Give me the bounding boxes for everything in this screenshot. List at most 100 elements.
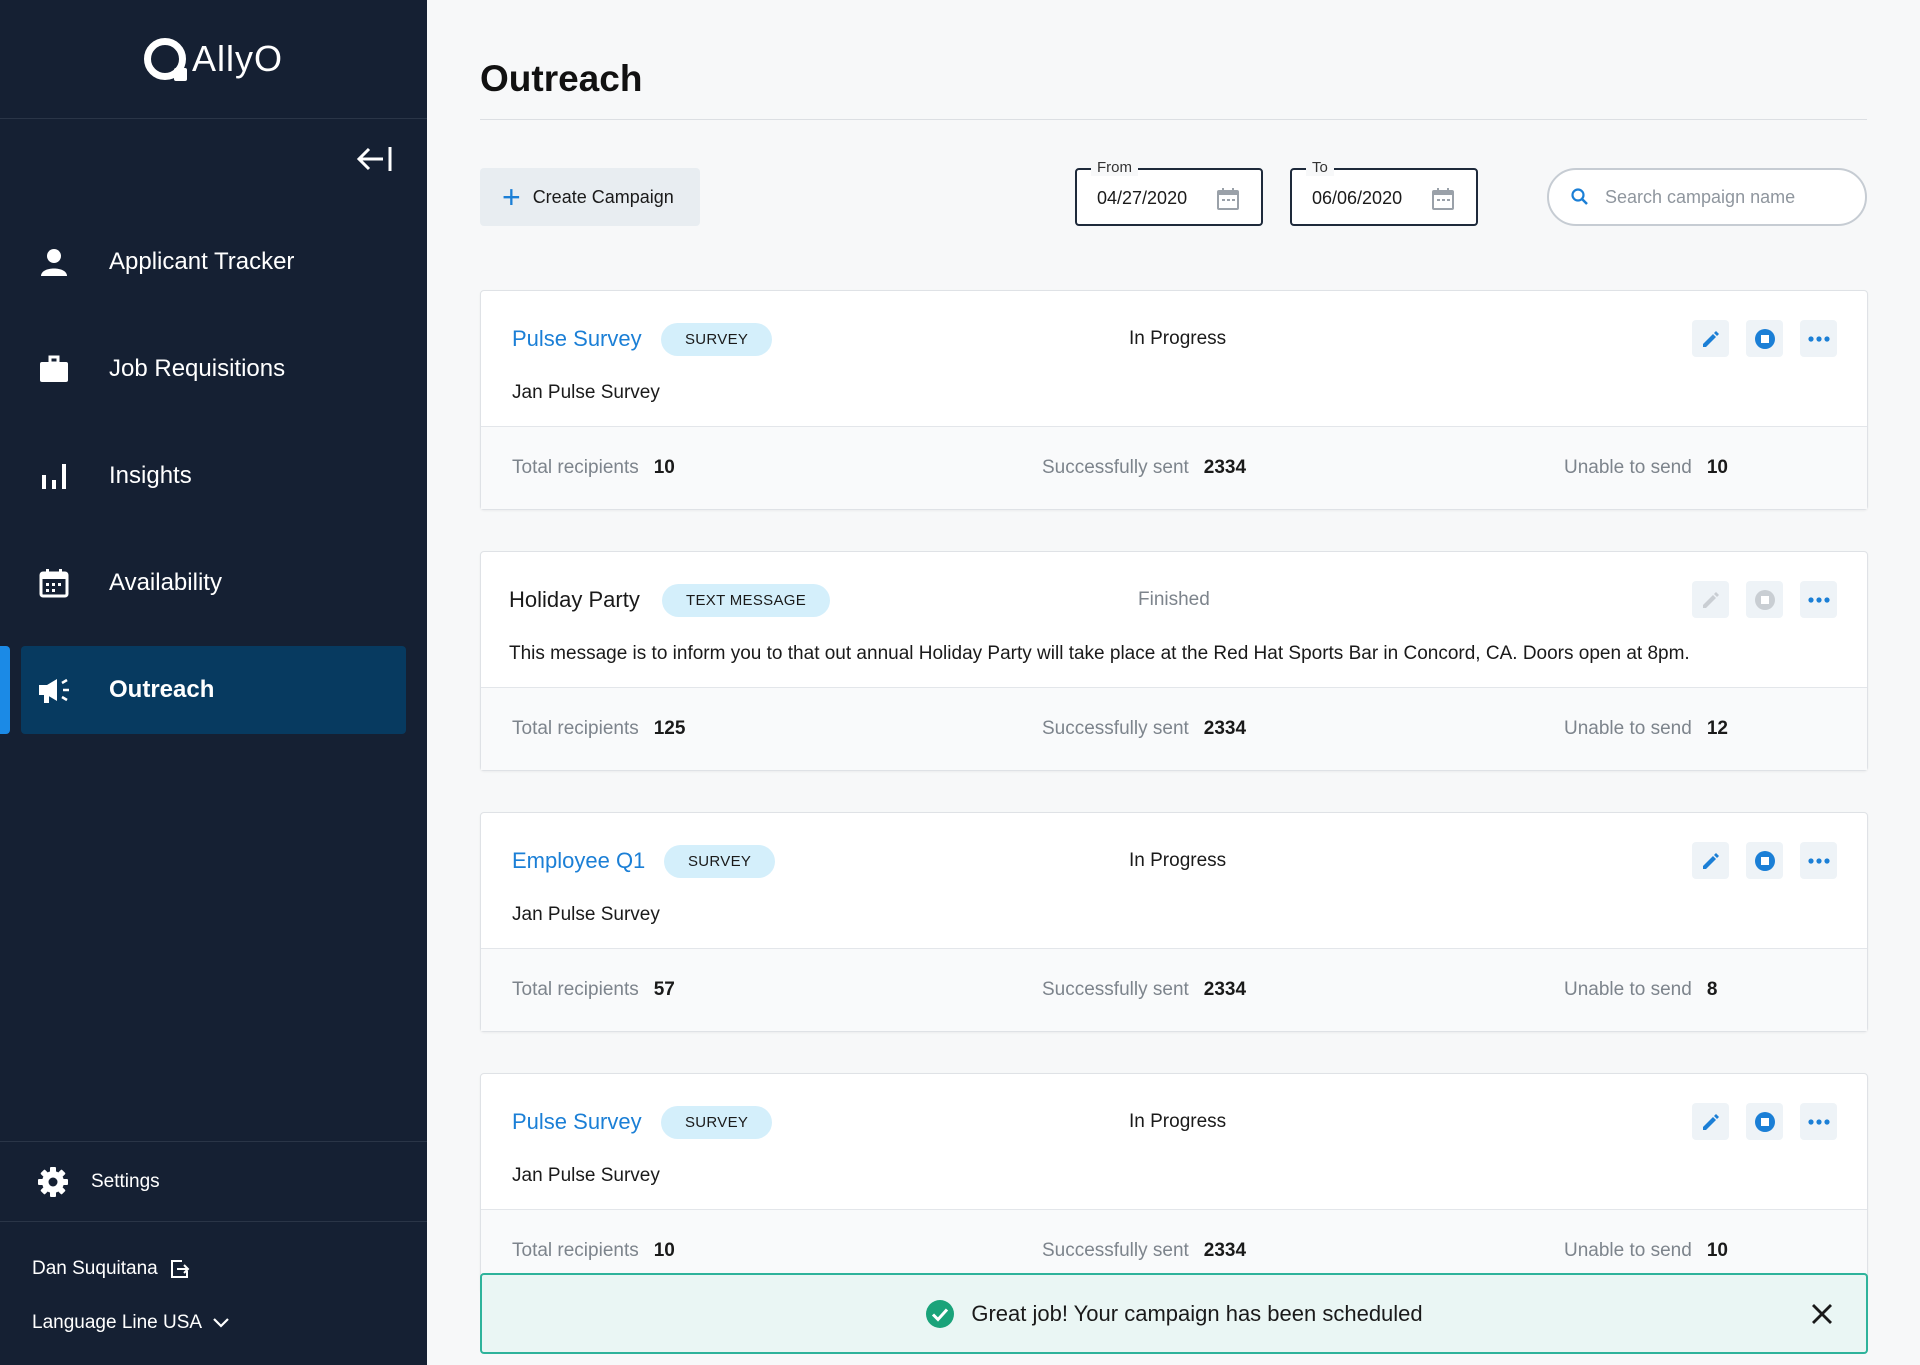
campaign-name-link[interactable]: Employee Q1 bbox=[512, 848, 645, 874]
more-horizontal-icon bbox=[1807, 596, 1830, 603]
unable-to-send-value: 8 bbox=[1706, 979, 1718, 1000]
org-name: Language Line USA bbox=[32, 1312, 203, 1333]
megaphone-icon bbox=[37, 673, 71, 707]
pencil-icon bbox=[1702, 1113, 1719, 1130]
campaign-description: Jan Pulse Survey bbox=[512, 904, 660, 925]
more-horizontal-icon bbox=[1807, 1118, 1830, 1125]
sidebar-item-outreach[interactable]: Outreach bbox=[0, 646, 406, 734]
more-options-button[interactable] bbox=[1800, 842, 1837, 879]
successfully-sent-label: Successfully sent bbox=[1042, 1240, 1189, 1261]
stop-button-disabled bbox=[1746, 581, 1783, 618]
unable-to-send-label: Unable to send bbox=[1564, 457, 1692, 478]
more-options-button[interactable] bbox=[1800, 320, 1837, 357]
sidebar-item-label: Insights bbox=[109, 462, 192, 489]
page-title: Outreach bbox=[480, 58, 643, 99]
unable-to-send-label: Unable to send bbox=[1564, 1240, 1692, 1261]
total-recipients-label: Total recipients bbox=[512, 718, 639, 739]
sidebar-item-applicant-tracker[interactable]: Applicant Tracker bbox=[21, 218, 406, 306]
sidebar-item-availability[interactable]: Availability bbox=[21, 539, 406, 627]
search-input[interactable] bbox=[1605, 186, 1845, 208]
stop-button[interactable] bbox=[1746, 842, 1783, 879]
more-horizontal-icon bbox=[1807, 857, 1830, 864]
edit-button[interactable] bbox=[1692, 320, 1729, 357]
edit-button[interactable] bbox=[1692, 842, 1729, 879]
unable-to-send-value: 10 bbox=[1706, 457, 1728, 478]
total-recipients-value: 125 bbox=[653, 718, 686, 739]
more-options-button[interactable] bbox=[1800, 581, 1837, 618]
edit-button[interactable] bbox=[1692, 1103, 1729, 1140]
sidebar-nav: Applicant Tracker Job Requisitions Insig… bbox=[0, 218, 427, 753]
campaign-name-link[interactable]: Pulse Survey bbox=[512, 326, 642, 352]
sidebar-item-label: Applicant Tracker bbox=[109, 248, 295, 275]
sidebar-item-insights[interactable]: Insights bbox=[21, 432, 406, 520]
settings-link[interactable]: Settings bbox=[0, 1141, 427, 1222]
campaign-name[interactable]: Holiday Party bbox=[509, 587, 640, 613]
total-recipients-label: Total recipients bbox=[512, 1240, 639, 1261]
campaign-type-badge: SURVEY bbox=[664, 845, 776, 878]
more-horizontal-icon bbox=[1807, 335, 1830, 342]
from-date-field[interactable]: From 04/27/2020 bbox=[1075, 159, 1263, 226]
close-icon[interactable] bbox=[1808, 1300, 1836, 1328]
from-date-label: From bbox=[1091, 159, 1138, 176]
search-box[interactable] bbox=[1547, 168, 1867, 226]
stop-circle-icon bbox=[1754, 328, 1775, 349]
sidebar: AllyO Applicant Tracker Job Requisitions… bbox=[0, 0, 427, 1365]
campaign-card: Holiday Party TEXT MESSAGE Finished This… bbox=[480, 551, 1868, 771]
logo[interactable]: AllyO bbox=[0, 0, 427, 119]
edit-button-disabled bbox=[1692, 581, 1729, 618]
to-date-field[interactable]: To 06/06/2020 bbox=[1290, 159, 1478, 226]
bar-chart-icon bbox=[37, 459, 71, 493]
campaign-status: In Progress bbox=[1129, 1111, 1227, 1132]
unable-to-send-value: 12 bbox=[1706, 718, 1728, 739]
settings-label: Settings bbox=[91, 1170, 160, 1192]
calendar-icon[interactable] bbox=[1217, 188, 1239, 210]
toast-message: Great job! Your campaign has been schedu… bbox=[971, 1300, 1423, 1326]
total-recipients-label: Total recipients bbox=[512, 979, 639, 1000]
gear-icon bbox=[38, 1166, 68, 1197]
check-circle-icon bbox=[926, 1299, 955, 1328]
campaign-card: Pulse Survey SURVEY In Progress Jan Puls… bbox=[480, 290, 1868, 510]
successfully-sent-value: 2334 bbox=[1203, 1240, 1247, 1261]
campaign-name-link[interactable]: Pulse Survey bbox=[512, 1109, 642, 1135]
stop-circle-icon bbox=[1754, 850, 1775, 871]
create-campaign-label: Create Campaign bbox=[532, 186, 674, 207]
pencil-icon bbox=[1702, 591, 1719, 608]
logo-text: AllyO bbox=[191, 38, 283, 79]
stop-button[interactable] bbox=[1746, 1103, 1783, 1140]
sidebar-item-job-requisitions[interactable]: Job Requisitions bbox=[21, 325, 406, 413]
to-date-value: 06/06/2020 bbox=[1312, 188, 1403, 208]
campaign-status: In Progress bbox=[1129, 328, 1227, 349]
stop-button[interactable] bbox=[1746, 320, 1783, 357]
successfully-sent-value: 2334 bbox=[1203, 457, 1247, 478]
successfully-sent-label: Successfully sent bbox=[1042, 718, 1189, 739]
campaign-card: Pulse Survey SURVEY In Progress Jan Puls… bbox=[480, 1073, 1868, 1293]
campaign-type-badge: SURVEY bbox=[661, 1106, 773, 1139]
more-options-button[interactable] bbox=[1800, 1103, 1837, 1140]
successfully-sent-value: 2334 bbox=[1203, 718, 1247, 739]
main-content: Outreach + Create Campaign From 04/27/20… bbox=[427, 0, 1920, 1365]
stop-circle-icon bbox=[1754, 589, 1775, 610]
campaign-description: Jan Pulse Survey bbox=[512, 382, 660, 403]
campaign-type-badge: TEXT MESSAGE bbox=[662, 584, 831, 617]
collapse-sidebar-icon[interactable] bbox=[355, 142, 395, 176]
pencil-icon bbox=[1702, 330, 1719, 347]
org-selector[interactable]: Language Line USA bbox=[32, 1312, 230, 1334]
stop-circle-icon bbox=[1754, 1111, 1775, 1132]
search-icon bbox=[1571, 188, 1588, 205]
chevron-down-icon bbox=[213, 1318, 229, 1328]
create-campaign-button[interactable]: + Create Campaign bbox=[480, 168, 700, 226]
campaign-description: Jan Pulse Survey bbox=[512, 1165, 660, 1186]
divider bbox=[480, 119, 1867, 120]
successfully-sent-label: Successfully sent bbox=[1042, 979, 1189, 1000]
unable-to-send-label: Unable to send bbox=[1564, 718, 1692, 739]
calendar-icon[interactable] bbox=[1432, 188, 1454, 210]
briefcase-icon bbox=[37, 352, 71, 386]
campaign-status: Finished bbox=[1138, 589, 1210, 610]
sidebar-item-label: Job Requisitions bbox=[109, 355, 286, 382]
campaign-type-badge: SURVEY bbox=[661, 323, 773, 356]
total-recipients-value: 10 bbox=[653, 1240, 675, 1261]
user-menu[interactable]: Dan Suquitana bbox=[32, 1258, 190, 1280]
sidebar-item-label: Availability bbox=[109, 569, 222, 596]
logout-icon[interactable] bbox=[170, 1259, 190, 1279]
user-name: Dan Suquitana bbox=[32, 1258, 158, 1279]
